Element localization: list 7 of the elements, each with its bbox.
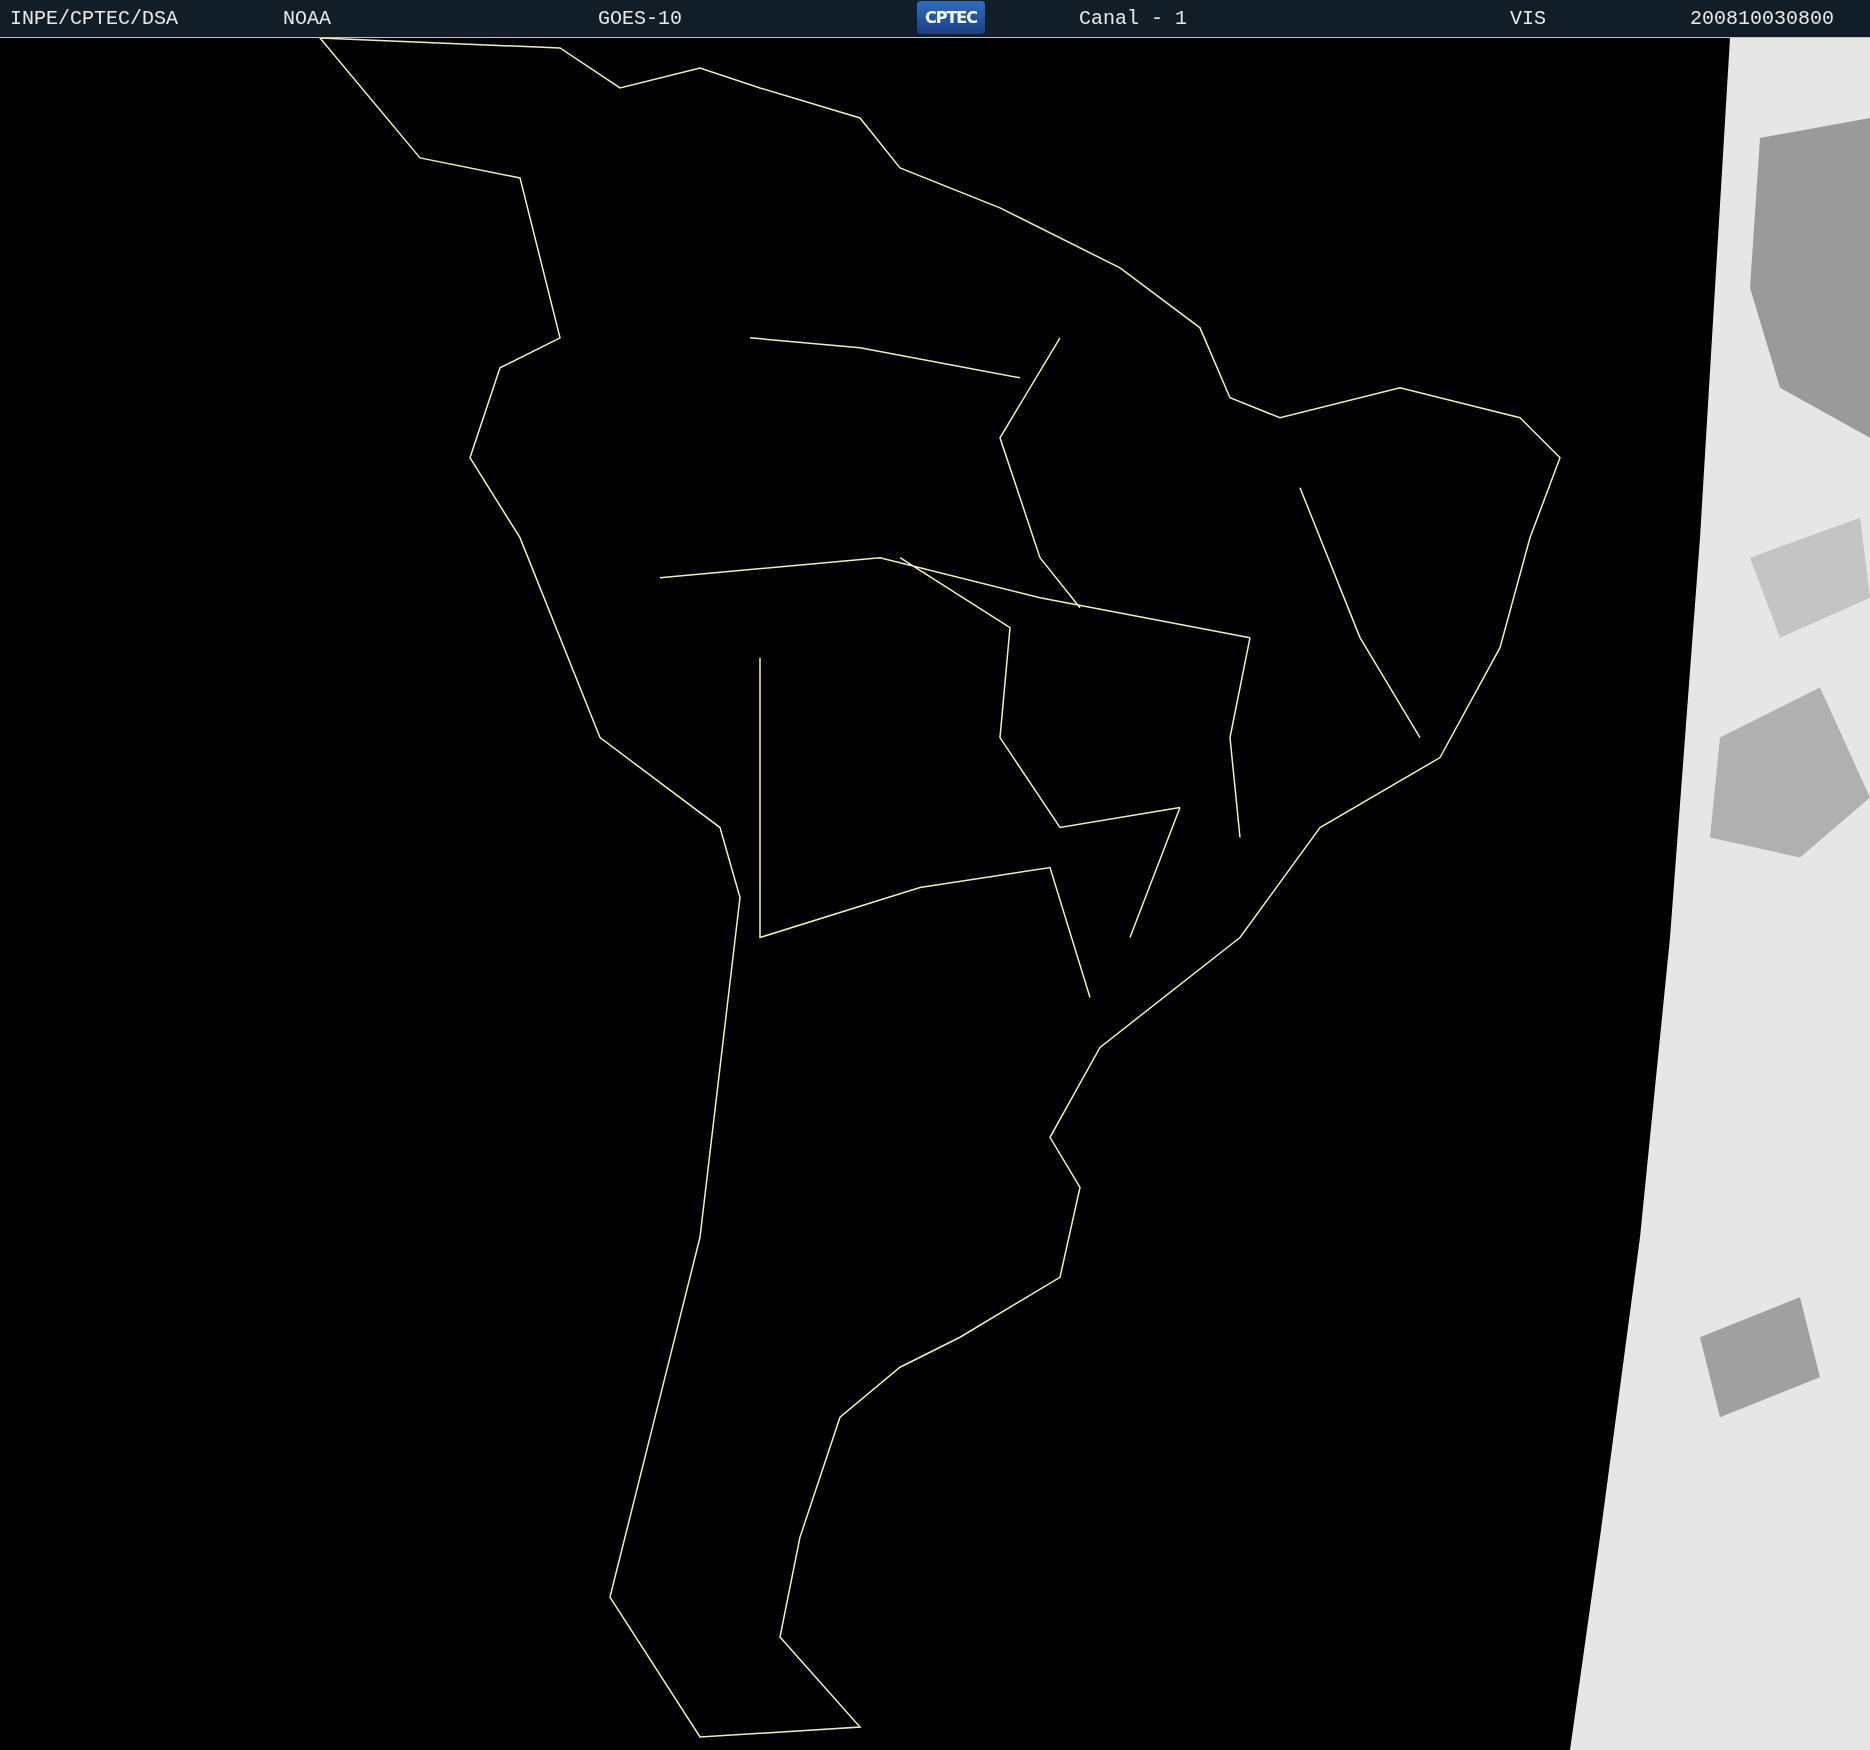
header-label: GOES-10 xyxy=(598,7,682,30)
header-label: INPE/CPTEC/DSA xyxy=(10,7,179,30)
header-label: Canal - 1 xyxy=(1079,7,1188,30)
header-label: VIS xyxy=(1510,7,1546,30)
header-label: 200810030800 xyxy=(1690,7,1835,30)
logo: CPTEC xyxy=(917,1,985,34)
header-label: NOAA xyxy=(283,7,331,30)
